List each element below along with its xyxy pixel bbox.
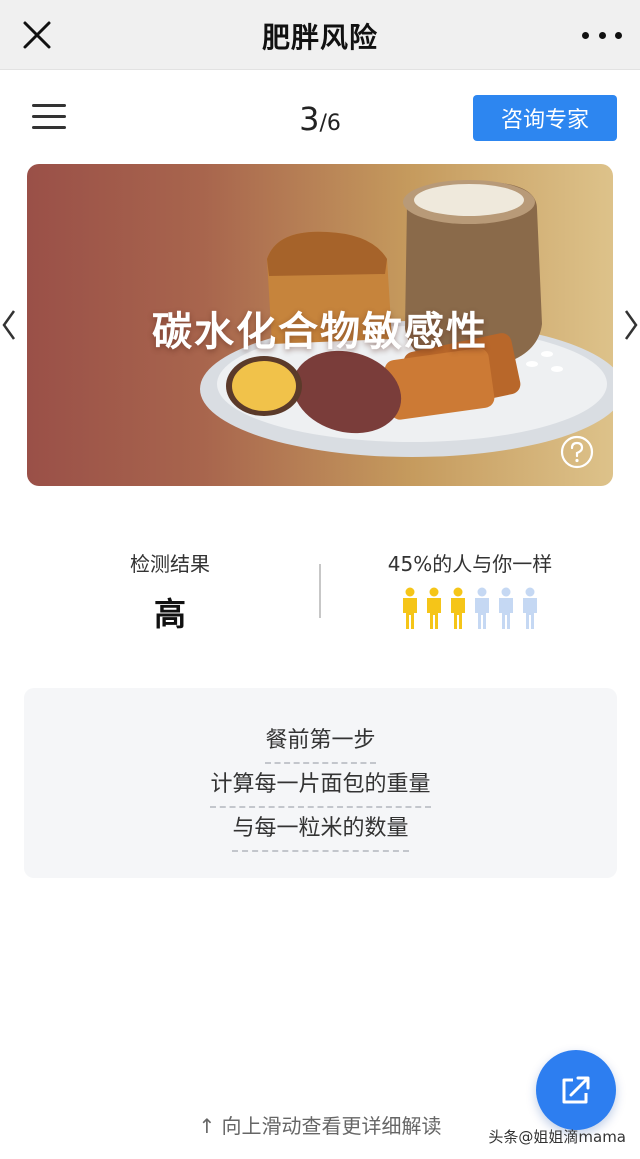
tip-line: 餐前第一步 <box>24 722 617 764</box>
result-block: 检测结果 高 <box>90 548 250 635</box>
chevron-left-icon[interactable] <box>0 308 18 342</box>
consult-expert-button[interactable]: 咨询专家 <box>473 95 617 141</box>
person-icon <box>403 587 417 629</box>
hero-title: 碳水化合物敏感性 <box>152 309 488 355</box>
person-icon <box>427 587 441 629</box>
result-label: 检测结果 <box>130 552 210 576</box>
help-icon[interactable] <box>559 434 595 470</box>
people-meter <box>345 587 595 631</box>
chevron-right-icon[interactable] <box>622 308 640 342</box>
page-title: 肥胖风险 <box>261 21 378 54</box>
similar-label: 45%的人与你一样 <box>387 552 553 576</box>
stats-divider <box>319 564 321 618</box>
person-icon <box>475 587 489 629</box>
share-button[interactable] <box>536 1050 616 1130</box>
title-bar: 肥胖风险 <box>0 0 640 70</box>
result-stats: 检测结果 高 45%的人与你一样 <box>0 540 640 640</box>
watermark: 头条@姐姐滴mama <box>488 1128 626 1146</box>
person-icon <box>451 587 465 629</box>
tips-card: 餐前第一步 计算每一片面包的重量 与每一粒米的数量 <box>24 688 617 878</box>
page-separator: / <box>319 111 327 136</box>
tip-line: 计算每一片面包的重量 <box>24 766 617 808</box>
person-icon <box>523 587 537 629</box>
share-icon <box>562 1076 590 1104</box>
more-options-icon[interactable] <box>582 18 622 52</box>
hero-banner: 碳水化合物敏感性 <box>27 164 613 486</box>
result-value: 高 <box>153 595 186 633</box>
page-total: 6 <box>326 111 341 136</box>
person-icon <box>499 587 513 629</box>
similar-block: 45%的人与你一样 <box>345 548 595 631</box>
tip-line: 与每一粒米的数量 <box>24 810 617 852</box>
page-current: 3 <box>299 100 320 138</box>
